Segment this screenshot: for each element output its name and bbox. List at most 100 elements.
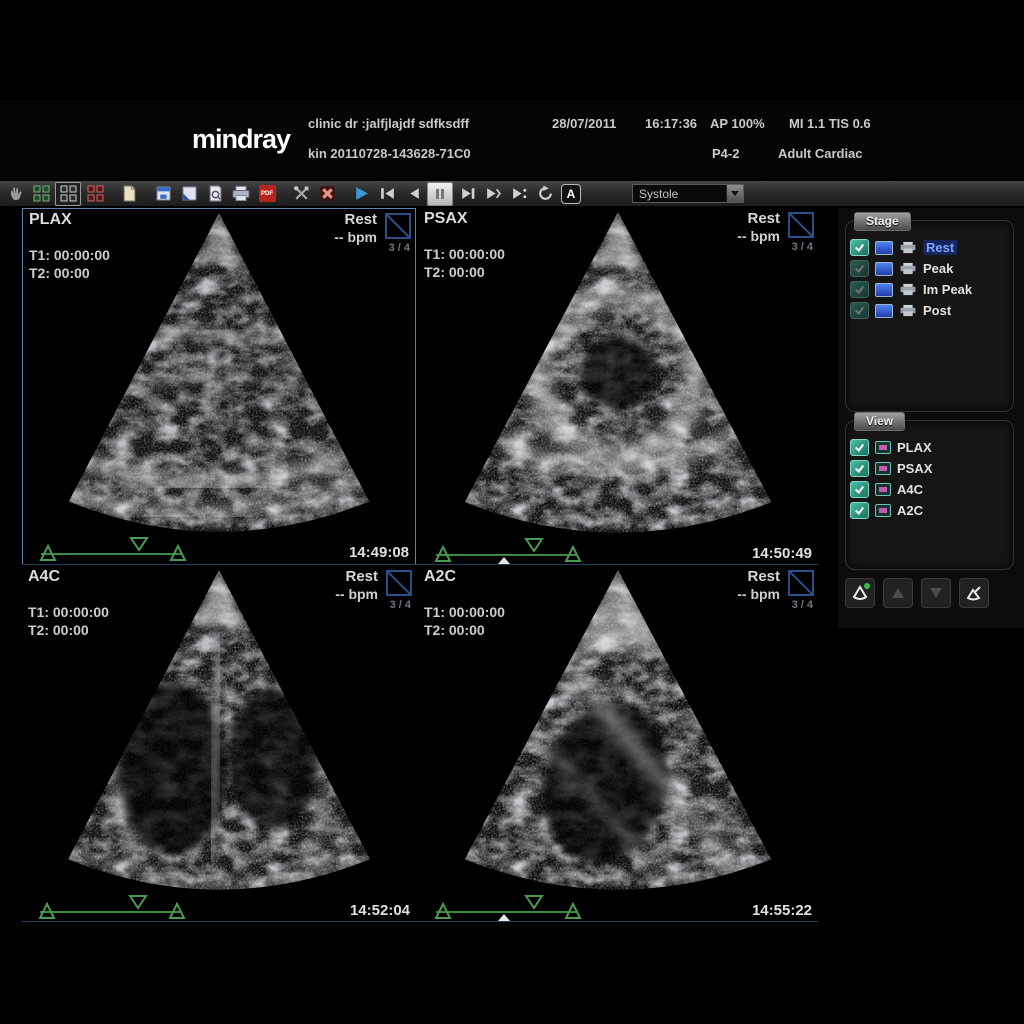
quad-layout-red-icon[interactable] xyxy=(83,183,107,205)
quadrant-a2c[interactable]: A2C Rest -- bpm 3 / 4 T1: 00:00:00 T2: 0… xyxy=(418,566,818,922)
stage-row-im-peak[interactable]: Im Peak xyxy=(846,279,1013,300)
select-stage-button[interactable] xyxy=(845,578,875,608)
mindray-logo: mindray xyxy=(192,124,290,155)
ultrasound-screen: mindray clinic dr :jalfjlajdf sdfksdff k… xyxy=(0,0,1024,1024)
checkbox-checked-icon[interactable] xyxy=(850,502,869,519)
view-item-label: PLAX xyxy=(897,440,932,455)
phase-select-arrow-button[interactable] xyxy=(726,185,743,202)
toolbar: PDF A xyxy=(0,181,1024,207)
quad-layout-green-icon[interactable] xyxy=(29,183,53,205)
stage-row-rest[interactable]: Rest xyxy=(846,237,1013,258)
report-icon[interactable] xyxy=(117,183,141,205)
row-divider xyxy=(22,564,818,565)
pdf-export-icon[interactable]: PDF xyxy=(255,183,279,205)
checkbox-checked-icon[interactable] xyxy=(850,460,869,477)
view-label: PLAX xyxy=(29,211,72,229)
view-row-psax[interactable]: PSAX xyxy=(846,458,1013,479)
exam-date: 28/07/2011 xyxy=(552,116,616,131)
view-thumb-icon xyxy=(875,441,891,454)
save-icon[interactable] xyxy=(151,183,175,205)
checkbox-unchecked-icon[interactable] xyxy=(850,260,869,277)
stage-item-label: Post xyxy=(923,303,951,318)
flag-icon[interactable] xyxy=(177,183,201,205)
play-marked-icon[interactable] xyxy=(481,183,505,205)
ecg-timeline xyxy=(33,532,203,562)
close-icon[interactable] xyxy=(315,183,339,205)
prev-frame-icon[interactable] xyxy=(401,183,425,205)
checkbox-unchecked-icon[interactable] xyxy=(850,281,869,298)
next-frame-icon[interactable] xyxy=(455,183,479,205)
exam-time: 16:17:36 xyxy=(645,116,697,131)
timer-t1: T1: 00:00:00 xyxy=(28,604,109,620)
ecg-timeline xyxy=(428,533,598,563)
view-panel: View PLAX PSAX A4C xyxy=(845,420,1014,570)
view-label: PSAX xyxy=(424,210,468,228)
view-row-plax[interactable]: PLAX xyxy=(846,437,1013,458)
acoustic-power: AP 100% xyxy=(710,116,765,131)
view-thumb-icon xyxy=(875,483,891,496)
image-page-icon xyxy=(385,213,411,239)
pause-icon[interactable] xyxy=(427,182,453,206)
acquisition-timestamp: 14:50:49 xyxy=(752,545,812,562)
row-divider xyxy=(22,921,818,922)
loop-icon[interactable] xyxy=(533,183,557,205)
stage-row-post[interactable]: Post xyxy=(846,300,1013,321)
frame-marker-icon xyxy=(498,557,510,564)
first-frame-icon[interactable] xyxy=(375,183,399,205)
annotation-glyph: A xyxy=(561,184,581,204)
printer-icon xyxy=(899,262,917,275)
right-panel: Stage Rest Peak Im xyxy=(838,208,1024,628)
annotation-icon[interactable]: A xyxy=(559,183,583,205)
view-thumb-icon xyxy=(875,462,891,475)
stage-panel-title: Stage xyxy=(854,212,911,231)
active-dot-icon xyxy=(864,583,870,589)
acquisition-timestamp: 14:52:04 xyxy=(350,902,410,919)
quad-layout-active-icon[interactable] xyxy=(55,182,81,206)
image-page-icon xyxy=(386,570,412,596)
image-page-icon xyxy=(788,212,814,238)
display-icon xyxy=(875,262,893,276)
printer-icon xyxy=(899,283,917,296)
timer-t1: T1: 00:00:00 xyxy=(29,247,110,263)
tools-icon[interactable] xyxy=(289,183,313,205)
checkbox-checked-icon[interactable] xyxy=(850,239,869,256)
view-item-label: A2C xyxy=(897,503,923,518)
heart-rate-label: -- bpm xyxy=(737,228,780,244)
view-item-label: A4C xyxy=(897,482,923,497)
printer-icon[interactable] xyxy=(229,183,253,205)
page-indicator: 3 / 4 xyxy=(390,599,411,611)
frame-marker-icon xyxy=(498,914,510,921)
timer-t1: T1: 00:00:00 xyxy=(424,604,505,620)
move-up-button[interactable] xyxy=(883,578,913,608)
exam-preset: Adult Cardiac xyxy=(778,146,863,161)
display-icon xyxy=(875,283,893,297)
play-icon[interactable] xyxy=(349,183,373,205)
view-label: A2C xyxy=(424,568,456,586)
image-page-icon xyxy=(788,570,814,596)
phase-select[interactable]: Systole xyxy=(632,184,744,203)
ecg-timeline xyxy=(428,890,598,920)
clinic-operator-text: clinic dr :jalfjlajdf sdfksdff xyxy=(308,116,469,131)
probe-icon[interactable] xyxy=(3,183,27,205)
stage-row-peak[interactable]: Peak xyxy=(846,258,1013,279)
timer-t2: T2: 00:00 xyxy=(28,622,89,638)
stage-item-label: Im Peak xyxy=(923,282,972,297)
document-preview-icon[interactable] xyxy=(203,183,227,205)
display-icon xyxy=(875,304,893,318)
stage-action-buttons xyxy=(845,578,989,608)
stage-item-label: Peak xyxy=(923,261,953,276)
quadrant-psax[interactable]: PSAX Rest -- bpm 3 / 4 T1: 00:00:00 T2: … xyxy=(418,208,818,565)
view-row-a2c[interactable]: A2C xyxy=(846,500,1013,521)
edit-stage-button[interactable] xyxy=(959,578,989,608)
quadrant-a4c[interactable]: A4C Rest -- bpm 3 / 4 T1: 00:00:00 T2: 0… xyxy=(22,566,416,922)
play-to-end-icon[interactable] xyxy=(507,183,531,205)
move-down-button[interactable] xyxy=(921,578,951,608)
checkbox-checked-icon[interactable] xyxy=(850,439,869,456)
quadrant-plax[interactable]: PLAX Rest -- bpm 3 / 4 T1: 00:00:00 T2: … xyxy=(22,208,416,565)
checkbox-unchecked-icon[interactable] xyxy=(850,302,869,319)
view-row-a4c[interactable]: A4C xyxy=(846,479,1013,500)
printer-icon xyxy=(899,304,917,317)
checkbox-checked-icon[interactable] xyxy=(850,481,869,498)
timer-t2: T2: 00:00 xyxy=(29,265,90,281)
timer-t2: T2: 00:00 xyxy=(424,264,485,280)
